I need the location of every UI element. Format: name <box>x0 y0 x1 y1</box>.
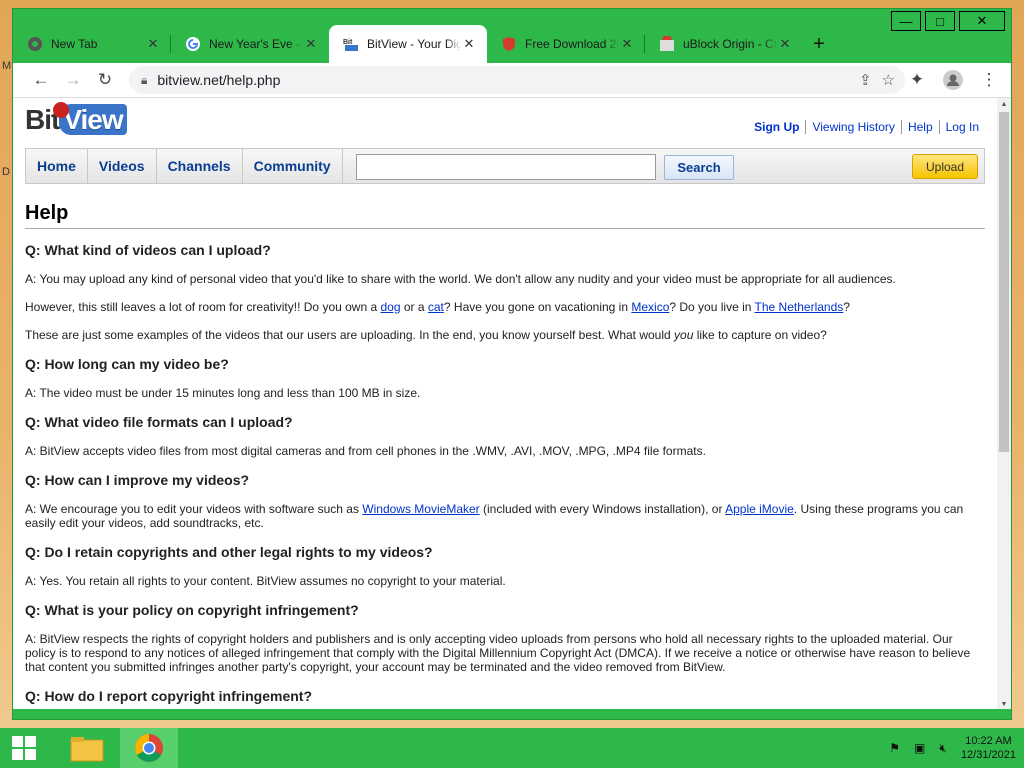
clock-date: 12/31/2021 <box>960 749 1016 761</box>
browser-toolbar: ← → ↻ 🔒︎ bitview.net/help.php ⇪ ☆ ✦ ⋮ <box>13 63 1011 97</box>
tab-title: BitView - Your Digital <box>367 37 461 51</box>
close-tab-icon[interactable]: ✕ <box>777 36 793 52</box>
faq-question: Q: How can I improve my videos? <box>25 472 250 488</box>
tab-title: Free Download 20 <box>525 37 619 51</box>
scroll-up-arrow-icon[interactable]: ▲ <box>997 98 1011 110</box>
back-arrow-icon[interactable]: ← <box>25 64 57 96</box>
faq-answer: These are just some examples of the vide… <box>25 328 827 342</box>
maximize-button[interactable]: □ <box>925 11 955 31</box>
faq-answer: A: You may upload any kind of personal v… <box>25 272 896 286</box>
chrome-taskbar-button[interactable] <box>120 728 178 768</box>
system-tray: ⚑ ▣ 🔇︎ 10:22 AM 12/31/2021 <box>889 728 1016 768</box>
page-scrollbar[interactable]: ▲ ▼ <box>997 98 1011 709</box>
folder-icon <box>70 737 104 762</box>
cat-link[interactable]: cat <box>428 300 444 314</box>
page-title: Help <box>25 202 69 224</box>
chrome-icon <box>135 734 163 762</box>
tab-title: uBlock Origin - Ch <box>683 37 777 51</box>
faq-answer: A: Yes. You retain all rights to your co… <box>25 574 506 588</box>
close-tab-icon[interactable]: ✕ <box>461 36 477 52</box>
nav-community[interactable]: Community <box>243 149 343 183</box>
volume-muted-icon[interactable]: 🔇︎ <box>939 741 947 756</box>
shield-icon <box>503 37 515 51</box>
close-tab-icon[interactable]: ✕ <box>145 36 161 52</box>
faq-question: Q: What video file formats can I upload? <box>25 414 293 430</box>
faq-question: Q: How long can my video be? <box>25 356 229 372</box>
faq-question: Q: What kind of videos can I upload? <box>25 242 271 258</box>
close-tab-icon[interactable]: ✕ <box>303 36 319 52</box>
forward-arrow-icon[interactable]: → <box>57 64 89 96</box>
netherlands-link[interactable]: The Netherlands <box>755 300 844 314</box>
title-divider <box>25 228 985 229</box>
nav-videos[interactable]: Videos <box>88 149 157 183</box>
help-link[interactable]: Help <box>900 120 939 134</box>
network-icon[interactable]: ▣ <box>914 741 925 755</box>
close-window-button[interactable]: ✕ <box>959 11 1005 31</box>
lock-icon: 🔒︎ <box>141 72 148 87</box>
file-explorer-taskbar-button[interactable] <box>58 728 116 768</box>
action-center-flag-icon[interactable]: ⚑ <box>889 741 900 755</box>
tab-new-years-eve[interactable]: New Year's Eve - G ✕ <box>171 25 329 63</box>
faq-question: Q: What is your policy on copyright infr… <box>25 602 359 618</box>
dog-link[interactable]: dog <box>380 300 400 314</box>
bitview-logo[interactable]: Bit View <box>25 102 127 136</box>
chrome-icon <box>28 37 42 51</box>
tab-bitview[interactable]: Bit BitView - Your Digital ✕ <box>329 25 487 63</box>
tab-ublock-origin[interactable]: uBlock Origin - Ch ✕ <box>645 25 803 63</box>
share-icon[interactable]: ⇪ <box>859 71 872 89</box>
faq-answer: A: We encourage you to edit your videos … <box>25 502 964 530</box>
address-url: bitview.net/help.php <box>157 72 281 88</box>
tab-strip: New Tab ✕ New Year's Eve - G ✕ Bit BitVi… <box>13 25 913 63</box>
faq-answer: However, this still leaves a lot of room… <box>25 300 850 314</box>
desktop-icon-label: D <box>2 166 10 178</box>
page-viewport: Bit View Sign Up Viewing History Help Log… <box>13 97 1011 709</box>
scroll-down-arrow-icon[interactable]: ▼ <box>997 698 1011 709</box>
profile-avatar-icon[interactable] <box>937 64 969 96</box>
tab-free-download[interactable]: Free Download 20 ✕ <box>487 25 645 63</box>
svg-text:Bit: Bit <box>343 39 353 46</box>
nav-channels[interactable]: Channels <box>157 149 243 183</box>
scrollbar-thumb[interactable] <box>999 112 1009 452</box>
site-navbar: Home Videos Channels Community Search Up… <box>25 148 985 184</box>
address-bar[interactable]: 🔒︎ bitview.net/help.php ⇪ ☆ <box>129 66 905 94</box>
bookmark-star-icon[interactable]: ☆ <box>882 71 895 89</box>
web-store-icon <box>660 36 674 51</box>
menu-kebab-icon[interactable]: ⋮ <box>973 64 1005 96</box>
close-tab-icon[interactable]: ✕ <box>619 36 635 52</box>
bitview-favicon-icon: Bit <box>343 36 359 52</box>
browser-window: — □ ✕ New Tab ✕ New Year's Eve - G ✕ Bit… <box>12 8 1012 720</box>
upload-button[interactable]: Upload <box>912 154 978 179</box>
new-tab-button[interactable]: + <box>803 25 835 63</box>
clock-time: 10:22 AM <box>965 735 1012 747</box>
apple-imovie-link[interactable]: Apple iMovie <box>725 502 794 516</box>
faq-answer: A: BitView accepts video files from most… <box>25 444 706 458</box>
faq-answer: A: The video must be under 15 minutes lo… <box>25 386 421 400</box>
faq-question: Q: Do I retain copyrights and other lega… <box>25 544 433 560</box>
search-button[interactable]: Search <box>664 155 734 180</box>
windows-logo-icon <box>12 736 36 760</box>
windows-moviemaker-link[interactable]: Windows MovieMaker <box>362 502 479 516</box>
sign-up-link[interactable]: Sign Up <box>748 120 805 134</box>
faq-answer: A: BitView respects the rights of copyri… <box>25 632 971 674</box>
clock[interactable]: 10:22 AM 12/31/2021 <box>961 734 1016 762</box>
top-links: Sign Up Viewing History Help Log In <box>748 120 985 134</box>
nav-home[interactable]: Home <box>26 149 88 183</box>
tab-new-tab[interactable]: New Tab ✕ <box>13 25 171 63</box>
start-button[interactable] <box>0 728 48 768</box>
tab-title: New Tab <box>51 37 98 51</box>
google-icon <box>186 37 200 51</box>
tab-title: New Year's Eve - G <box>209 37 303 51</box>
search-input[interactable] <box>356 154 656 180</box>
help-content: Q: What kind of videos can I upload? A: … <box>25 242 975 709</box>
log-in-link[interactable]: Log In <box>938 120 985 134</box>
extensions-puzzle-icon[interactable]: ✦ <box>901 64 933 96</box>
taskbar: ⚑ ▣ 🔇︎ 10:22 AM 12/31/2021 <box>0 728 1024 768</box>
desktop-icon-label: M <box>2 60 12 72</box>
reload-icon[interactable]: ↻ <box>89 64 121 96</box>
viewing-history-link[interactable]: Viewing History <box>805 120 900 134</box>
faq-question: Q: How do I report copyright infringemen… <box>25 688 312 704</box>
mexico-link[interactable]: Mexico <box>631 300 669 314</box>
